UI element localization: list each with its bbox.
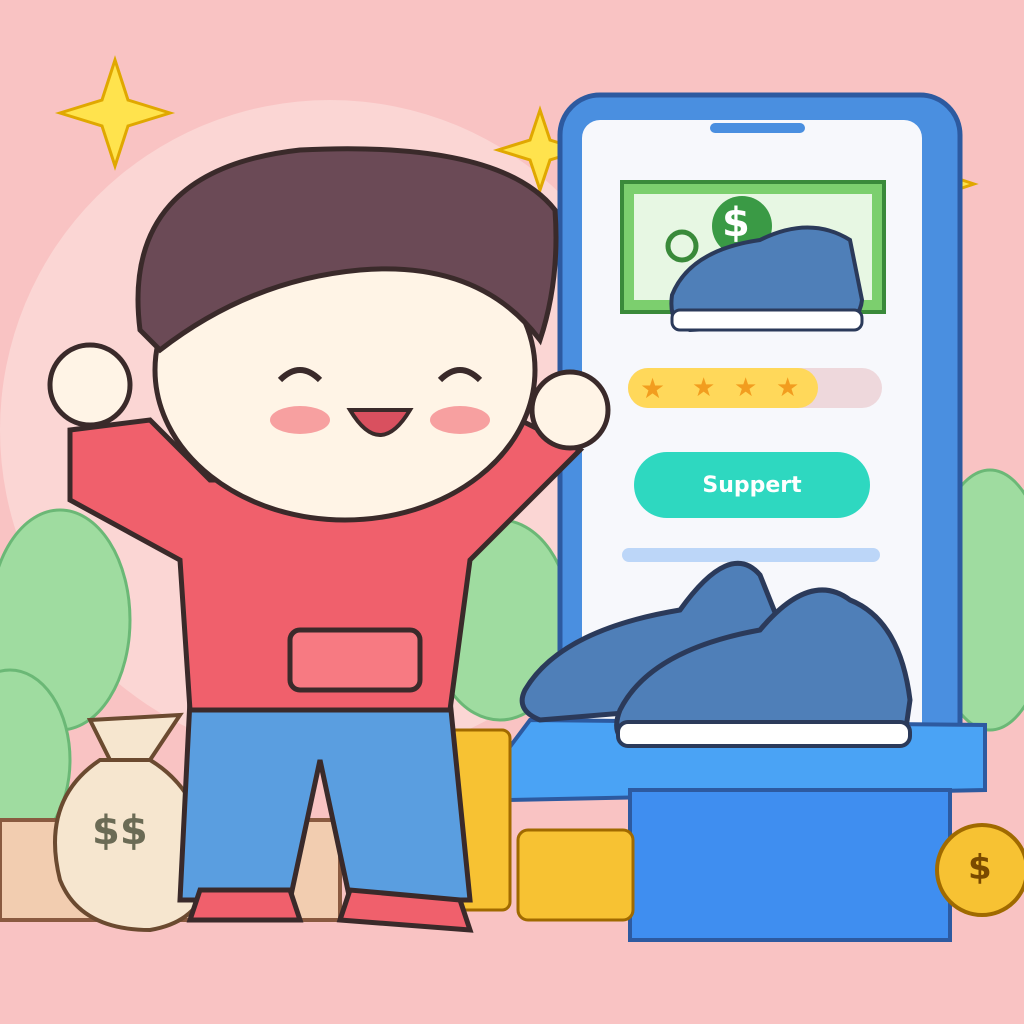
svg-text:★: ★ [734, 373, 757, 403]
svg-text:★: ★ [692, 373, 715, 403]
left-fist [47, 342, 133, 428]
left-shoe [186, 887, 304, 923]
illustration: ★ ★ ★ ★ [0, 55, 1024, 942]
svg-text:★: ★ [776, 373, 799, 403]
coin-symbol: $ [968, 848, 992, 888]
support-button[interactable]: Suppert [634, 452, 870, 518]
svg-text:★: ★ [640, 372, 665, 405]
dollar-symbol: $ [722, 200, 750, 246]
shoe-box [628, 788, 952, 942]
money-bag-label: $$ [92, 808, 148, 854]
phone-speaker [710, 123, 805, 133]
text-line [622, 548, 880, 562]
right-fist [529, 369, 611, 451]
